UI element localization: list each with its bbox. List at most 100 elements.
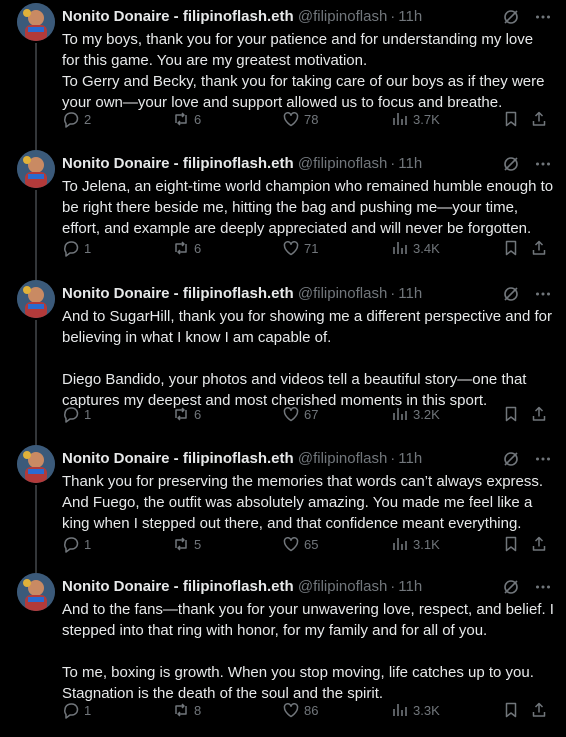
share-icon (530, 701, 548, 719)
repost-count: 8 (194, 702, 202, 718)
author-name[interactable]: Nonito Donaire - filipinoflash.eth (62, 155, 294, 172)
views-button[interactable]: 3.2K (391, 404, 440, 424)
reply-icon (62, 701, 80, 719)
share-icon (530, 535, 548, 553)
bookmark-button[interactable] (502, 534, 520, 554)
view-count: 3.4K (413, 240, 440, 256)
avatar[interactable] (17, 445, 55, 483)
more-options-icon[interactable] (534, 8, 552, 26)
bookmark-button[interactable] (502, 238, 520, 258)
grok-icon[interactable] (502, 450, 520, 468)
tweet[interactable]: Nonito Donaire - filipinoflash.eth @fili… (0, 150, 566, 280)
grok-icon[interactable] (502, 578, 520, 596)
view-count: 3.2K (413, 406, 440, 422)
share-button[interactable] (530, 700, 548, 720)
author-handle[interactable]: @filipinoflash (298, 285, 387, 302)
tweet[interactable]: Nonito Donaire - filipinoflash.eth @fili… (0, 280, 566, 445)
reply-button[interactable]: 1 (62, 238, 91, 258)
author-name[interactable]: Nonito Donaire - filipinoflash.eth (62, 285, 294, 302)
more-options-icon[interactable] (534, 155, 552, 173)
share-button[interactable] (530, 238, 548, 258)
views-button[interactable]: 3.4K (391, 238, 440, 258)
share-icon (530, 110, 548, 128)
view-count: 3.3K (413, 702, 440, 718)
share-button[interactable] (530, 404, 548, 424)
reply-button[interactable]: 1 (62, 404, 91, 424)
timestamp[interactable]: 11h (398, 8, 422, 25)
author-name[interactable]: Nonito Donaire - filipinoflash.eth (62, 578, 294, 595)
more-options-icon[interactable] (534, 450, 552, 468)
thread-connector-line (35, 190, 37, 280)
like-button[interactable]: 67 (282, 404, 318, 424)
separator-dot: · (390, 285, 396, 302)
grok-icon[interactable] (502, 8, 520, 26)
like-count: 78 (304, 111, 319, 127)
bookmark-button[interactable] (502, 109, 520, 129)
views-chart-icon (391, 239, 409, 257)
views-button[interactable]: 3.3K (391, 700, 440, 720)
author-handle[interactable]: @filipinoflash (298, 8, 387, 25)
timestamp[interactable]: 11h (398, 450, 422, 467)
share-button[interactable] (530, 534, 548, 554)
views-chart-icon (391, 535, 409, 553)
like-button[interactable]: 71 (282, 238, 318, 258)
view-count: 3.7K (413, 111, 440, 127)
action-bar: 1 6 67 3.2K (62, 404, 550, 424)
avatar[interactable] (17, 280, 55, 318)
tweet-header: Nonito Donaire - filipinoflash.eth @fili… (62, 7, 552, 27)
share-button[interactable] (530, 109, 548, 129)
author-name[interactable]: Nonito Donaire - filipinoflash.eth (62, 8, 294, 25)
more-options-icon[interactable] (534, 578, 552, 596)
tweet-header: Nonito Donaire - filipinoflash.eth @fili… (62, 577, 552, 597)
avatar[interactable] (17, 573, 55, 611)
tweet-paragraph: And to SugarHill, thank you for showing … (62, 308, 552, 346)
tweet[interactable]: Nonito Donaire - filipinoflash.eth @fili… (0, 3, 566, 153)
timestamp[interactable]: 11h (398, 578, 422, 595)
like-button[interactable]: 86 (282, 700, 318, 720)
like-button[interactable]: 78 (282, 109, 318, 129)
like-button[interactable]: 65 (282, 534, 318, 554)
reply-button[interactable]: 1 (62, 534, 91, 554)
repost-button[interactable]: 5 (172, 534, 201, 554)
like-count: 86 (304, 702, 319, 718)
bookmark-button[interactable] (502, 700, 520, 720)
tweet[interactable]: Nonito Donaire - filipinoflash.eth @fili… (0, 573, 566, 737)
reply-icon (62, 239, 80, 257)
repost-button[interactable]: 6 (172, 238, 201, 258)
like-count: 71 (304, 240, 319, 256)
tweet-paragraph: To Jelena, an eight-time world champion … (62, 178, 554, 237)
tweet-paragraph: And to the fans—thank you for your unwav… (62, 601, 554, 639)
grok-icon[interactable] (502, 155, 520, 173)
author-name[interactable]: Nonito Donaire - filipinoflash.eth (62, 450, 294, 467)
more-options-icon[interactable] (534, 285, 552, 303)
repost-button[interactable]: 6 (172, 109, 201, 129)
repost-count: 6 (194, 111, 202, 127)
bookmark-button[interactable] (502, 404, 520, 424)
author-handle[interactable]: @filipinoflash (298, 578, 387, 595)
avatar[interactable] (17, 150, 55, 188)
tweet-text: And to the fans—thank you for your unwav… (62, 599, 554, 704)
header-actions (502, 284, 552, 304)
author-handle[interactable]: @filipinoflash (298, 450, 387, 467)
tweet-paragraph: Thank you for preserving the memories th… (62, 473, 544, 532)
author-handle[interactable]: @filipinoflash (298, 155, 387, 172)
views-button[interactable]: 3.7K (391, 109, 440, 129)
separator-dot: · (390, 155, 396, 172)
tweet-text: And to SugarHill, thank you for showing … (62, 306, 554, 411)
tweet[interactable]: Nonito Donaire - filipinoflash.eth @fili… (0, 445, 566, 575)
views-button[interactable]: 3.1K (391, 534, 440, 554)
grok-icon[interactable] (502, 285, 520, 303)
tweet-text: Thank you for preserving the memories th… (62, 471, 554, 534)
reply-count: 2 (84, 111, 92, 127)
avatar[interactable] (17, 3, 55, 41)
repost-button[interactable]: 6 (172, 404, 201, 424)
repost-button[interactable]: 8 (172, 700, 201, 720)
repost-icon (172, 535, 190, 553)
timestamp[interactable]: 11h (398, 285, 422, 302)
reply-button[interactable]: 2 (62, 109, 91, 129)
bookmark-icon (502, 239, 520, 257)
reply-button[interactable]: 1 (62, 700, 91, 720)
timestamp[interactable]: 11h (398, 155, 422, 172)
heart-icon (282, 110, 300, 128)
header-actions (502, 577, 552, 597)
